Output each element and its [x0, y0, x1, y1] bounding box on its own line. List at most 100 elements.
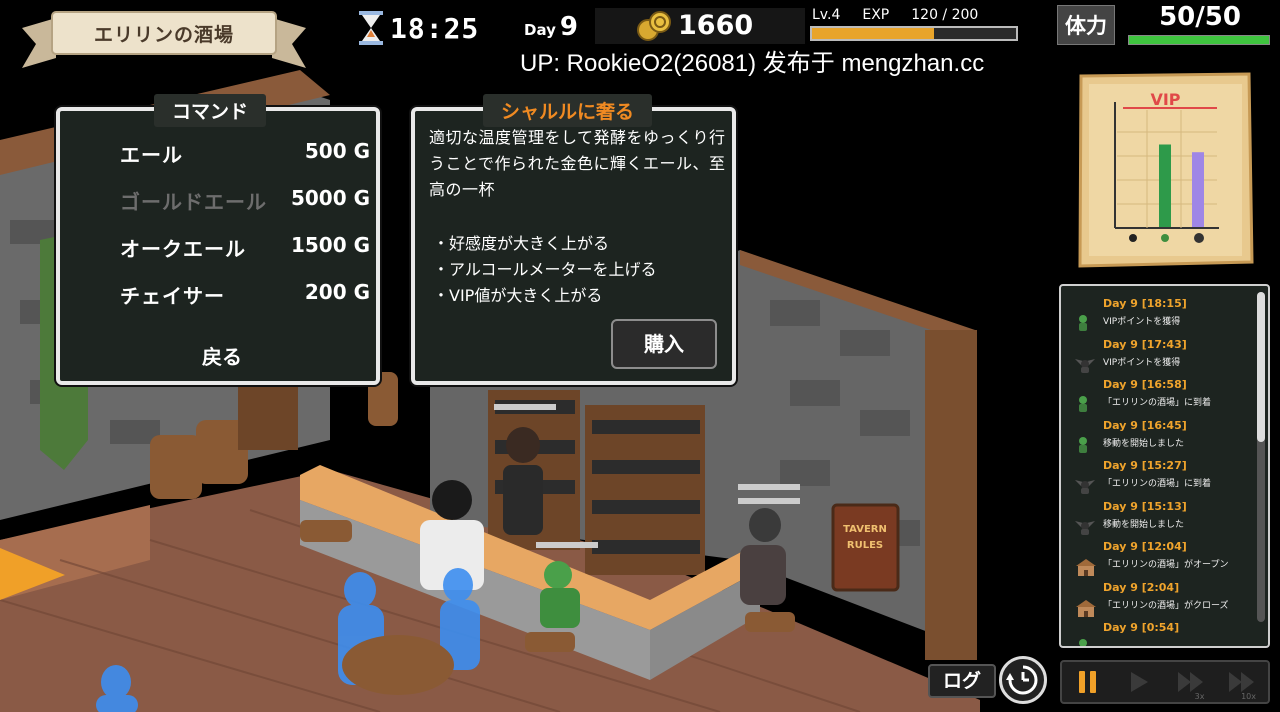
treat-detail-panel: シャルルに奢る 適切な温度管理をして発酵をゆっくり行うことで作られた金色に輝くエ… [411, 94, 736, 385]
menu-item-orc-ale[interactable]: オークエール 1500 G [120, 233, 370, 280]
log-entry: Day 9 [2:04] 「エリリンの酒場」がクローズ [1061, 580, 1253, 621]
speed-3x-button[interactable]: 3x [1165, 662, 1217, 702]
day-number: 9 [559, 12, 578, 42]
log-entry: Day 9 [15:27] 「エリリンの酒場」に到着 [1061, 458, 1253, 499]
command-panel-title: コマンド [154, 94, 267, 127]
goblin-icon [1075, 314, 1091, 331]
log-entry-time: Day 9 [16:58] [1103, 378, 1187, 391]
watermark-text: UP: RookieO2(26081) 发布于 mengzhan.cc [520, 50, 985, 77]
tavern-icon [1075, 598, 1096, 617]
pause-icon [1078, 671, 1096, 693]
drink-menu: エール 500 G ゴールドエール 5000 G オークエール 1500 G チ… [120, 139, 370, 327]
log-entry-time: Day 9 [12:04] [1103, 540, 1187, 553]
log-entry-time: Day 9 [15:27] [1103, 459, 1187, 472]
log-button[interactable]: ログ [928, 664, 996, 698]
play-button[interactable] [1114, 662, 1166, 702]
dark-elf-icon [1075, 355, 1095, 373]
log-entry: Day 9 [12:04] 「エリリンの酒場」がオープン [1061, 539, 1253, 580]
log-entry-time: Day 9 [18:15] [1103, 297, 1187, 310]
log-entry-time: Day 9 [16:45] [1103, 418, 1187, 432]
log-scrollbar-thumb[interactable] [1257, 292, 1265, 442]
vip-bar [1192, 152, 1204, 227]
detail-panel-title: シャルルに奢る [483, 94, 653, 127]
menu-item-ale[interactable]: エール 500 G [120, 139, 370, 186]
game-clock: 18:25 [358, 8, 479, 48]
fast-forward-icon [1177, 672, 1203, 692]
menu-item-price: 500 G [304, 139, 370, 163]
log-entry-message: 移動を開始しました [1103, 519, 1185, 530]
goblin-icon [1075, 395, 1091, 412]
stamina-label: 体力 [1057, 5, 1115, 45]
effect-item: ・アルコールメーターを上げる [433, 260, 657, 279]
day-counter: Day 9 [524, 12, 578, 42]
cycle-button[interactable] [999, 656, 1047, 704]
speed-10x-label: 10x [1241, 692, 1256, 701]
menu-item-name: ゴールドエール [120, 190, 267, 214]
menu-item-price: 200 G [304, 280, 370, 304]
effect-item: ・VIP値が大きく上がる [433, 286, 603, 305]
effect-item: ・好感度が大きく上がる [433, 234, 610, 253]
back-button[interactable]: 戻る [60, 341, 384, 370]
svg-text:TAVERN: TAVERN [843, 524, 887, 535]
menu-item-price: 1500 G [290, 233, 370, 257]
dark-elf-icon [1075, 517, 1095, 535]
event-log-panel[interactable]: Day 9 [18:15] VIPポイントを獲得 Day 9 [17:43] VIPポ… [1059, 284, 1270, 648]
level-label: Lv.4 [812, 7, 841, 23]
log-entry-message: 「エリリンの酒場」に到着 [1103, 479, 1212, 489]
dark-elf-icon [1075, 476, 1095, 494]
stamina-value: 50/50 [1159, 2, 1241, 32]
clock-time: 18:25 [390, 11, 480, 45]
event-log-list: Day 9 [18:15] VIPポイントを獲得 Day 9 [17:43] VIPポ… [1061, 296, 1253, 646]
tavern-icon [1075, 557, 1096, 576]
cycle-clock-icon [1006, 665, 1038, 695]
log-entry: Day 9 [16:58] 「エリリンの酒場」に到着 [1061, 377, 1253, 418]
gold-counter: 1660 [636, 8, 753, 42]
log-entry-message: 移動を開始しました [1103, 438, 1185, 449]
log-entry: Day 9 [18:15] VIPポイントを獲得 [1061, 296, 1253, 337]
goblin-icon [1075, 436, 1091, 453]
vip-bar [1159, 144, 1171, 227]
gold-coins-icon [637, 11, 671, 41]
hourglass-icon [359, 11, 383, 45]
location-banner: エリリンの酒場 [22, 8, 306, 72]
vip-chart-title: VIP [1150, 90, 1181, 109]
exp-label: EXP [862, 7, 890, 23]
menu-item-name: エール [120, 143, 183, 167]
item-description: 適切な温度管理をして発酵をゆっくり行うことで作られた金色に輝くエール、至高の一杯 [429, 128, 726, 199]
stamina-bar-fill [1129, 36, 1269, 44]
svg-text:RULES: RULES [847, 540, 883, 551]
log-entry-message: 「エリリンの酒場」に到着 [1103, 398, 1212, 408]
log-entry: Day 9 [16:45] 移動を開始しました [1061, 418, 1253, 459]
speed-10x-button[interactable]: 10x [1217, 662, 1269, 702]
menu-item-name: チェイサー [120, 284, 225, 308]
pause-button[interactable] [1062, 662, 1114, 702]
fast-forward-icon [1229, 672, 1255, 692]
stamina-bar [1128, 35, 1270, 45]
command-panel: コマンド エール 500 G ゴールドエール 5000 G オークエール 150… [56, 94, 380, 385]
menu-item-gold-ale[interactable]: ゴールドエール 5000 G [120, 186, 370, 233]
goblin-icon [1075, 638, 1091, 646]
log-entry: Day 9 [0:54] [1061, 620, 1253, 646]
gold-amount: 1660 [678, 9, 754, 41]
day-label: Day [524, 21, 556, 39]
exp-value: 120 / 200 [911, 7, 979, 23]
log-entry-message: VIPポイントを獲得 [1103, 317, 1181, 327]
effect-list: ・好感度が大きく上がる ・アルコールメーターを上げる ・VIP値が大きく上がる [433, 231, 733, 309]
log-entry: Day 9 [15:13] 移動を開始しました [1061, 499, 1253, 540]
location-name: エリリンの酒場 [93, 24, 234, 46]
log-entry-message: 「エリリンの酒場」がクローズ [1103, 600, 1229, 611]
speed-3x-label: 3x [1194, 692, 1205, 701]
log-entry-message: VIPポイントを獲得 [1103, 357, 1181, 368]
vip-chart: VIP [1077, 72, 1254, 268]
exp-bar-fill [812, 28, 935, 39]
log-entry-time: Day 9 [0:54] [1103, 621, 1180, 634]
log-entry: Day 9 [17:43] VIPポイントを獲得 [1061, 337, 1253, 378]
play-icon [1131, 672, 1149, 692]
buy-button[interactable]: 購入 [611, 319, 717, 369]
log-scrollbar[interactable] [1257, 292, 1265, 622]
log-entry-message: 「エリリンの酒場」がオープン [1103, 560, 1229, 570]
log-entry-time: Day 9 [15:13] [1103, 499, 1187, 513]
menu-item-chaser[interactable]: チェイサー 200 G [120, 280, 370, 327]
exp-bar [810, 26, 1018, 41]
menu-item-name: オークエール [120, 237, 246, 261]
